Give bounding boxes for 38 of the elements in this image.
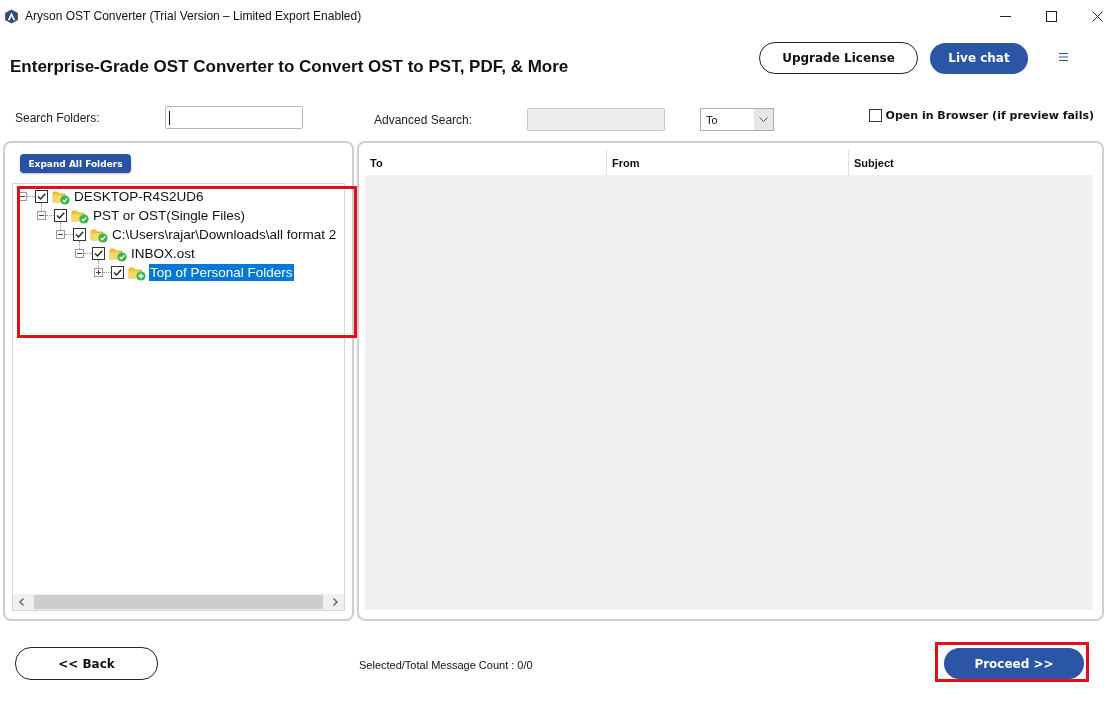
tree-item-label[interactable]: C:\Users\rajar\Downloads\all format 2 — [111, 226, 338, 243]
maximize-icon — [1045, 10, 1057, 22]
column-header[interactable]: Subject — [849, 150, 1093, 175]
close-icon — [1091, 10, 1103, 22]
message-count: Selected/Total Message Count : 0/0 — [359, 659, 533, 671]
collapse-icon[interactable] — [56, 230, 65, 239]
window-title: Aryson OST Converter (Trial Version – Limited Export Enabled) — [25, 9, 362, 23]
search-folders-label: Search Folders: — [15, 110, 101, 125]
advanced-search-label: Advanced Search: — [374, 112, 474, 127]
tree-item-label[interactable]: Top of Personal Folders — [149, 264, 294, 281]
checkbox[interactable] — [35, 190, 48, 203]
checkbox[interactable] — [111, 266, 124, 279]
back-button[interactable]: << Back — [15, 647, 158, 680]
tree-item-label[interactable]: INBOX.ost — [130, 245, 196, 262]
collapse-icon[interactable] — [37, 211, 46, 220]
search-field[interactable] — [165, 106, 303, 129]
checkbox[interactable] — [54, 209, 67, 222]
expand-icon[interactable] — [94, 268, 103, 277]
expand-all-folders-button[interactable]: Expand All Folders — [20, 154, 131, 173]
checkbox[interactable] — [868, 109, 882, 122]
minimize-icon — [999, 15, 1011, 17]
tree-item-label[interactable]: PST or OST(Single Files) — [92, 207, 247, 224]
checkbox[interactable] — [73, 228, 86, 241]
menu-icon[interactable] — [1059, 53, 1068, 61]
page-heading: Enterprise-Grade OST Converter to Convert OST to PST, PDF, & More — [10, 57, 569, 77]
horizontal-scrollbar[interactable] — [13, 594, 344, 610]
chevron-down-icon — [759, 117, 768, 122]
upgrade-license-button[interactable]: Upgrade License — [759, 42, 918, 74]
collapse-icon[interactable] — [75, 249, 84, 258]
checkbox[interactable] — [92, 247, 105, 260]
scroll-left-icon[interactable] — [19, 598, 24, 606]
proceed-button[interactable]: Proceed >> — [944, 648, 1084, 679]
open-in-browser-label[interactable]: Open in Browser (if preview fails) — [885, 109, 1094, 122]
live-chat-button[interactable]: Live chat — [930, 42, 1028, 74]
scroll-right-icon[interactable] — [333, 598, 338, 606]
tree-item-label[interactable]: DESKTOP-R4S2UD6 — [73, 188, 205, 205]
collapse-icon[interactable] — [18, 192, 27, 201]
app-logo-icon — [4, 8, 19, 24]
